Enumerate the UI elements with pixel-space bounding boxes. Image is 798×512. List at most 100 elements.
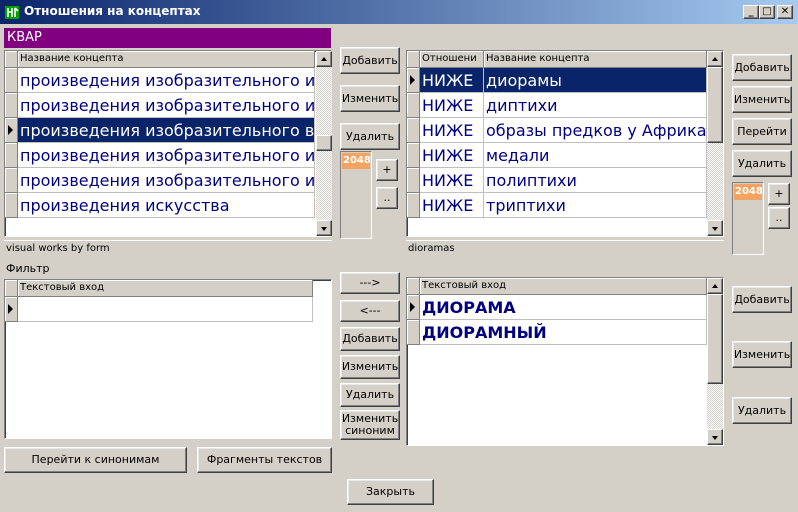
delete-text-entry-button[interactable]: Удалить <box>732 397 792 424</box>
row-indicator[interactable] <box>407 118 420 143</box>
row-indicator[interactable] <box>5 193 18 218</box>
column-header-text-input[interactable]: Текстовый вход <box>18 280 313 297</box>
text-entries-scrollbar[interactable] <box>707 278 723 445</box>
related-concept-cell[interactable]: диптихи <box>484 93 707 118</box>
concept-grid-scrollbar[interactable] <box>316 51 332 236</box>
delete-relation-button[interactable]: Удалить <box>340 123 400 150</box>
relation-type-cell[interactable]: НИЖЕ <box>420 118 484 143</box>
relations-grid-scrollbar[interactable] <box>707 51 723 236</box>
filter-label: Фильтр <box>6 262 50 275</box>
minimize-button[interactable]: _ <box>743 5 759 19</box>
text-entry-row[interactable]: ДИОРАМНЫЙ <box>420 320 707 345</box>
scroll-up-arrow[interactable] <box>707 278 723 294</box>
row-indicator[interactable] <box>5 68 18 93</box>
change-synonym-button[interactable]: Изменить синоним <box>340 410 400 440</box>
delete-synonym-button[interactable]: Удалить <box>340 383 400 407</box>
row-indicator[interactable] <box>407 93 420 118</box>
edit-synonym-button[interactable]: Изменить <box>340 355 400 379</box>
text-fragments-button[interactable]: Фрагменты текстов <box>197 447 332 473</box>
row-indicator[interactable] <box>407 143 420 168</box>
relation-type-cell[interactable]: НИЖЕ <box>420 68 484 93</box>
move-right-button[interactable]: ---> <box>340 272 400 294</box>
goto-concept-button[interactable]: Перейти <box>732 118 792 145</box>
concept-row[interactable]: произведения изобразительного и <box>18 168 315 193</box>
add-relation-button[interactable]: Добавить <box>340 47 400 74</box>
related-concept-cell[interactable]: полиптихи <box>484 168 707 193</box>
left-plus-button[interactable]: + <box>376 159 398 181</box>
row-indicator-header <box>5 51 18 68</box>
edit-relation-button[interactable]: Изменить <box>340 85 400 112</box>
right-counter: 2048 <box>732 182 764 255</box>
concept-type-header: КВАР <box>4 28 331 48</box>
row-indicator[interactable] <box>5 168 18 193</box>
row-indicator[interactable] <box>407 295 420 320</box>
left-counter: 2048 <box>340 151 372 239</box>
concept-row[interactable]: произведения изобразительного в <box>18 118 315 143</box>
add-text-entry-button[interactable]: Добавить <box>732 286 792 313</box>
concept-row[interactable]: произведения изобразительного и <box>18 93 315 118</box>
maximize-icon: □ <box>762 6 772 17</box>
row-indicator[interactable] <box>5 118 18 143</box>
relation-type-cell[interactable]: НИЖЕ <box>420 93 484 118</box>
goto-synonyms-button[interactable]: Перейти к синонимам <box>4 447 187 473</box>
column-header-text-input[interactable]: Текстовый вход <box>420 278 707 295</box>
concept-english-caption: visual works by form <box>4 240 332 258</box>
text-entry-row[interactable]: ДИОРАМА <box>420 295 707 320</box>
row-indicator-header <box>5 280 18 297</box>
add-concept-button[interactable]: Добавить <box>732 54 792 81</box>
close-icon: ✕ <box>780 6 790 17</box>
row-indicator-header <box>407 278 420 295</box>
row-indicator[interactable] <box>5 93 18 118</box>
scroll-down-arrow[interactable] <box>707 429 723 445</box>
column-header-relation[interactable]: Отношени <box>420 51 484 68</box>
scroll-up-arrow[interactable] <box>316 51 332 67</box>
related-concept-cell[interactable]: образы предков у Африка <box>484 118 707 143</box>
related-concept-cell[interactable]: триптихи <box>484 193 707 218</box>
close-button[interactable]: Закрыть <box>347 479 434 505</box>
relation-type-cell[interactable]: НИЖЕ <box>420 143 484 168</box>
row-indicator[interactable] <box>407 168 420 193</box>
relation-type-cell[interactable]: НИЖЕ <box>420 168 484 193</box>
concept-row[interactable]: произведения искусства <box>18 193 315 218</box>
row-indicator[interactable] <box>5 143 18 168</box>
scroll-up-arrow[interactable] <box>707 51 723 67</box>
relations-grid[interactable]: Отношени Название концепта НИЖЕ диорамы НИ… <box>406 50 724 237</box>
delete-concept-button[interactable]: Удалить <box>732 150 792 177</box>
scroll-thumb[interactable] <box>707 294 723 384</box>
row-indicator-header <box>407 51 420 68</box>
scroll-down-arrow[interactable] <box>707 220 723 236</box>
related-concept-cell[interactable]: диорамы <box>484 68 707 93</box>
right-minus-button[interactable]: .. <box>768 207 790 229</box>
move-left-button[interactable]: <--- <box>340 300 400 322</box>
scroll-thumb[interactable] <box>707 67 723 143</box>
add-synonym-button[interactable]: Добавить <box>340 327 400 351</box>
edit-concept-button[interactable]: Изменить <box>732 86 792 113</box>
window-title: Отношения на концептах <box>24 4 201 18</box>
maximize-button[interactable]: □ <box>759 5 775 19</box>
left-minus-button[interactable]: .. <box>376 187 398 209</box>
left-counter-value: 2048 <box>342 153 371 169</box>
concept-row[interactable]: произведения изобразительного и <box>18 68 315 93</box>
scroll-down-arrow[interactable] <box>316 220 332 236</box>
minimize-icon: _ <box>748 6 754 17</box>
row-indicator[interactable] <box>5 297 18 322</box>
right-counter-value: 2048 <box>734 184 763 200</box>
relation-english-caption: dioramas <box>406 240 724 258</box>
scroll-thumb[interactable] <box>316 135 332 151</box>
app-icon <box>5 6 19 19</box>
column-header-concept-name[interactable]: Название концепта <box>18 51 315 68</box>
relation-type-cell[interactable]: НИЖЕ <box>420 193 484 218</box>
row-indicator[interactable] <box>407 68 420 93</box>
text-entries-grid[interactable]: Текстовый вход ДИОРАМА ДИОРАМНЫЙ <box>406 277 724 446</box>
right-plus-button[interactable]: + <box>768 183 790 205</box>
edit-text-entry-button[interactable]: Изменить <box>732 341 792 368</box>
row-indicator[interactable] <box>407 193 420 218</box>
related-concept-cell[interactable]: медали <box>484 143 707 168</box>
concept-row[interactable]: произведения изобразительного и <box>18 143 315 168</box>
filter-input-cell[interactable] <box>18 297 313 322</box>
row-indicator[interactable] <box>407 320 420 345</box>
column-header-concept-name[interactable]: Название концепта <box>484 51 707 68</box>
close-window-button[interactable]: ✕ <box>777 5 793 19</box>
filter-grid[interactable]: Текстовый вход <box>4 279 332 439</box>
concept-grid[interactable]: Название концепта произведения изобразит… <box>4 50 332 237</box>
